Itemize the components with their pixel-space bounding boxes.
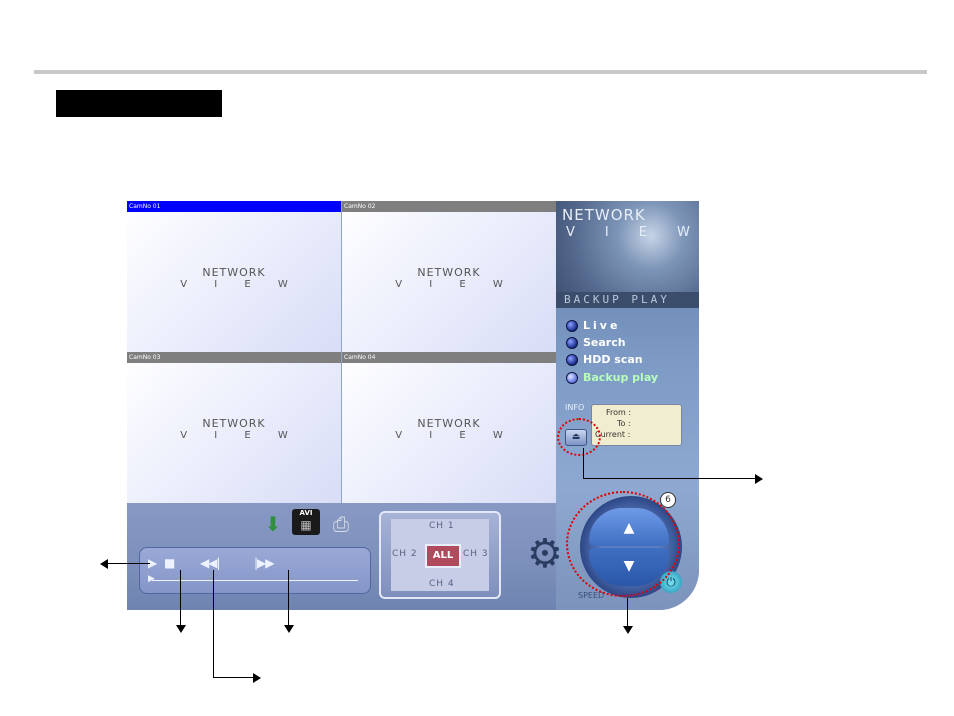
annotation-line bbox=[288, 570, 289, 625]
camera-placeholder: NETWORK V I E W bbox=[127, 212, 341, 352]
stop-button[interactable]: ■ bbox=[164, 556, 175, 570]
camera-placeholder: NETWORK V I E W bbox=[342, 363, 556, 503]
annotation-line bbox=[627, 598, 628, 626]
avi-label: AVI bbox=[299, 509, 313, 517]
annotation-line bbox=[213, 570, 214, 677]
brand-logo: NETWORK VIEW bbox=[556, 201, 699, 292]
annotation-line bbox=[180, 570, 181, 625]
camera-label: CamNo 01 bbox=[127, 201, 341, 212]
menu-item-hdd-scan[interactable]: HDD scan bbox=[566, 352, 643, 367]
channel-1-button[interactable]: CH 1 bbox=[429, 521, 455, 531]
arrow-right-icon bbox=[253, 673, 261, 683]
arrow-right-icon bbox=[755, 474, 763, 484]
gear-icon: ⚙ bbox=[527, 531, 563, 577]
channel-3-button[interactable]: CH 3 bbox=[463, 549, 489, 559]
annotation-line bbox=[108, 563, 150, 564]
step-back-button[interactable]: ◀◀| bbox=[200, 556, 220, 570]
camera-placeholder: NETWORK V I E W bbox=[127, 363, 341, 503]
annotation-circle-eject bbox=[557, 418, 601, 456]
radio-dot-icon bbox=[566, 354, 578, 366]
watermark-network: NETWORK bbox=[417, 417, 481, 430]
progress-knob[interactable]: ▶ bbox=[148, 574, 155, 584]
camera-view-3[interactable]: CamNo 03 NETWORK V I E W bbox=[127, 352, 341, 503]
watermark-network: NETWORK bbox=[417, 266, 481, 279]
menu-item-backup-play[interactable]: Backup play bbox=[566, 370, 658, 385]
menu-item-live[interactable]: Live bbox=[566, 318, 620, 333]
channel-2-button[interactable]: CH 2 bbox=[392, 549, 418, 559]
camera-view-1[interactable]: CamNo 01 NETWORK V I E W bbox=[127, 201, 341, 352]
avi-export-icon[interactable]: AVI ▦ bbox=[292, 509, 320, 535]
camera-placeholder: NETWORK V I E W bbox=[342, 212, 556, 352]
info-label: INFO bbox=[565, 403, 585, 412]
arrow-down-icon bbox=[623, 626, 633, 634]
watermark-network: NETWORK bbox=[202, 266, 266, 279]
radio-dot-icon bbox=[566, 337, 578, 349]
camera-label: CamNo 03 bbox=[127, 352, 341, 363]
menu-item-search[interactable]: Search bbox=[566, 335, 626, 350]
watermark-network: NETWORK bbox=[202, 417, 266, 430]
arrow-down-icon bbox=[284, 625, 294, 633]
info-box: From : To : Current : bbox=[591, 404, 682, 446]
title-redaction-bar bbox=[56, 90, 222, 117]
bottom-control-panel: ⬇ AVI ▦ ⎙ ▶ ■ ◀◀| |▶▶ ▶ CH 1 CH 2 CH 3 C… bbox=[127, 503, 556, 610]
camera-label: CamNo 02 bbox=[342, 201, 556, 212]
channel-selector: CH 1 CH 2 CH 3 CH 4 ALL bbox=[379, 511, 501, 599]
annotation-line bbox=[213, 677, 253, 678]
camera-view-4[interactable]: CamNo 04 NETWORK V I E W bbox=[342, 352, 556, 503]
toolbar-icons: ⬇ AVI ▦ ⎙ bbox=[260, 509, 370, 539]
channel-pad: CH 1 CH 2 CH 3 CH 4 ALL bbox=[391, 519, 489, 591]
playback-controls: ▶ ■ ◀◀| |▶▶ ▶ bbox=[139, 547, 371, 594]
all-channels-button[interactable]: ALL bbox=[425, 544, 461, 568]
menu-label: Live bbox=[583, 319, 621, 332]
annotation-line bbox=[583, 478, 755, 479]
info-to: To : bbox=[617, 419, 631, 428]
arrow-down-icon bbox=[176, 625, 186, 633]
step-forward-button[interactable]: |▶▶ bbox=[254, 556, 274, 570]
camera-label: CamNo 04 bbox=[342, 352, 556, 363]
annotation-circle-speed bbox=[566, 491, 680, 597]
logo-text-network: NETWORK bbox=[562, 206, 646, 224]
menu-label: Backup play bbox=[583, 371, 659, 384]
arrow-left-icon bbox=[100, 559, 108, 569]
radio-dot-icon bbox=[566, 372, 578, 384]
backup-icon[interactable]: ⬇ bbox=[260, 511, 286, 537]
watermark-view: V I E W bbox=[180, 279, 300, 290]
mode-banner: BACKUP PLAY bbox=[556, 292, 699, 308]
watermark-view: V I E W bbox=[395, 279, 515, 290]
watermark-view: V I E W bbox=[180, 430, 300, 441]
power-icon: ⏻ bbox=[666, 575, 676, 589]
camera-view-2[interactable]: CamNo 02 NETWORK V I E W bbox=[342, 201, 556, 352]
info-from: From : bbox=[606, 408, 632, 417]
menu-label: HDD scan bbox=[583, 353, 643, 366]
print-icon[interactable]: ⎙ bbox=[328, 511, 354, 537]
watermark-view: V I E W bbox=[395, 430, 515, 441]
progress-track[interactable] bbox=[152, 580, 358, 581]
top-divider bbox=[34, 70, 927, 74]
film-strip-icon: ▦ bbox=[300, 518, 312, 532]
menu-label: Search bbox=[583, 336, 626, 349]
radio-dot-icon bbox=[566, 320, 578, 332]
logo-text-view: VIEW bbox=[566, 225, 690, 240]
channel-4-button[interactable]: CH 4 bbox=[429, 579, 455, 589]
annotation-line bbox=[583, 448, 584, 478]
